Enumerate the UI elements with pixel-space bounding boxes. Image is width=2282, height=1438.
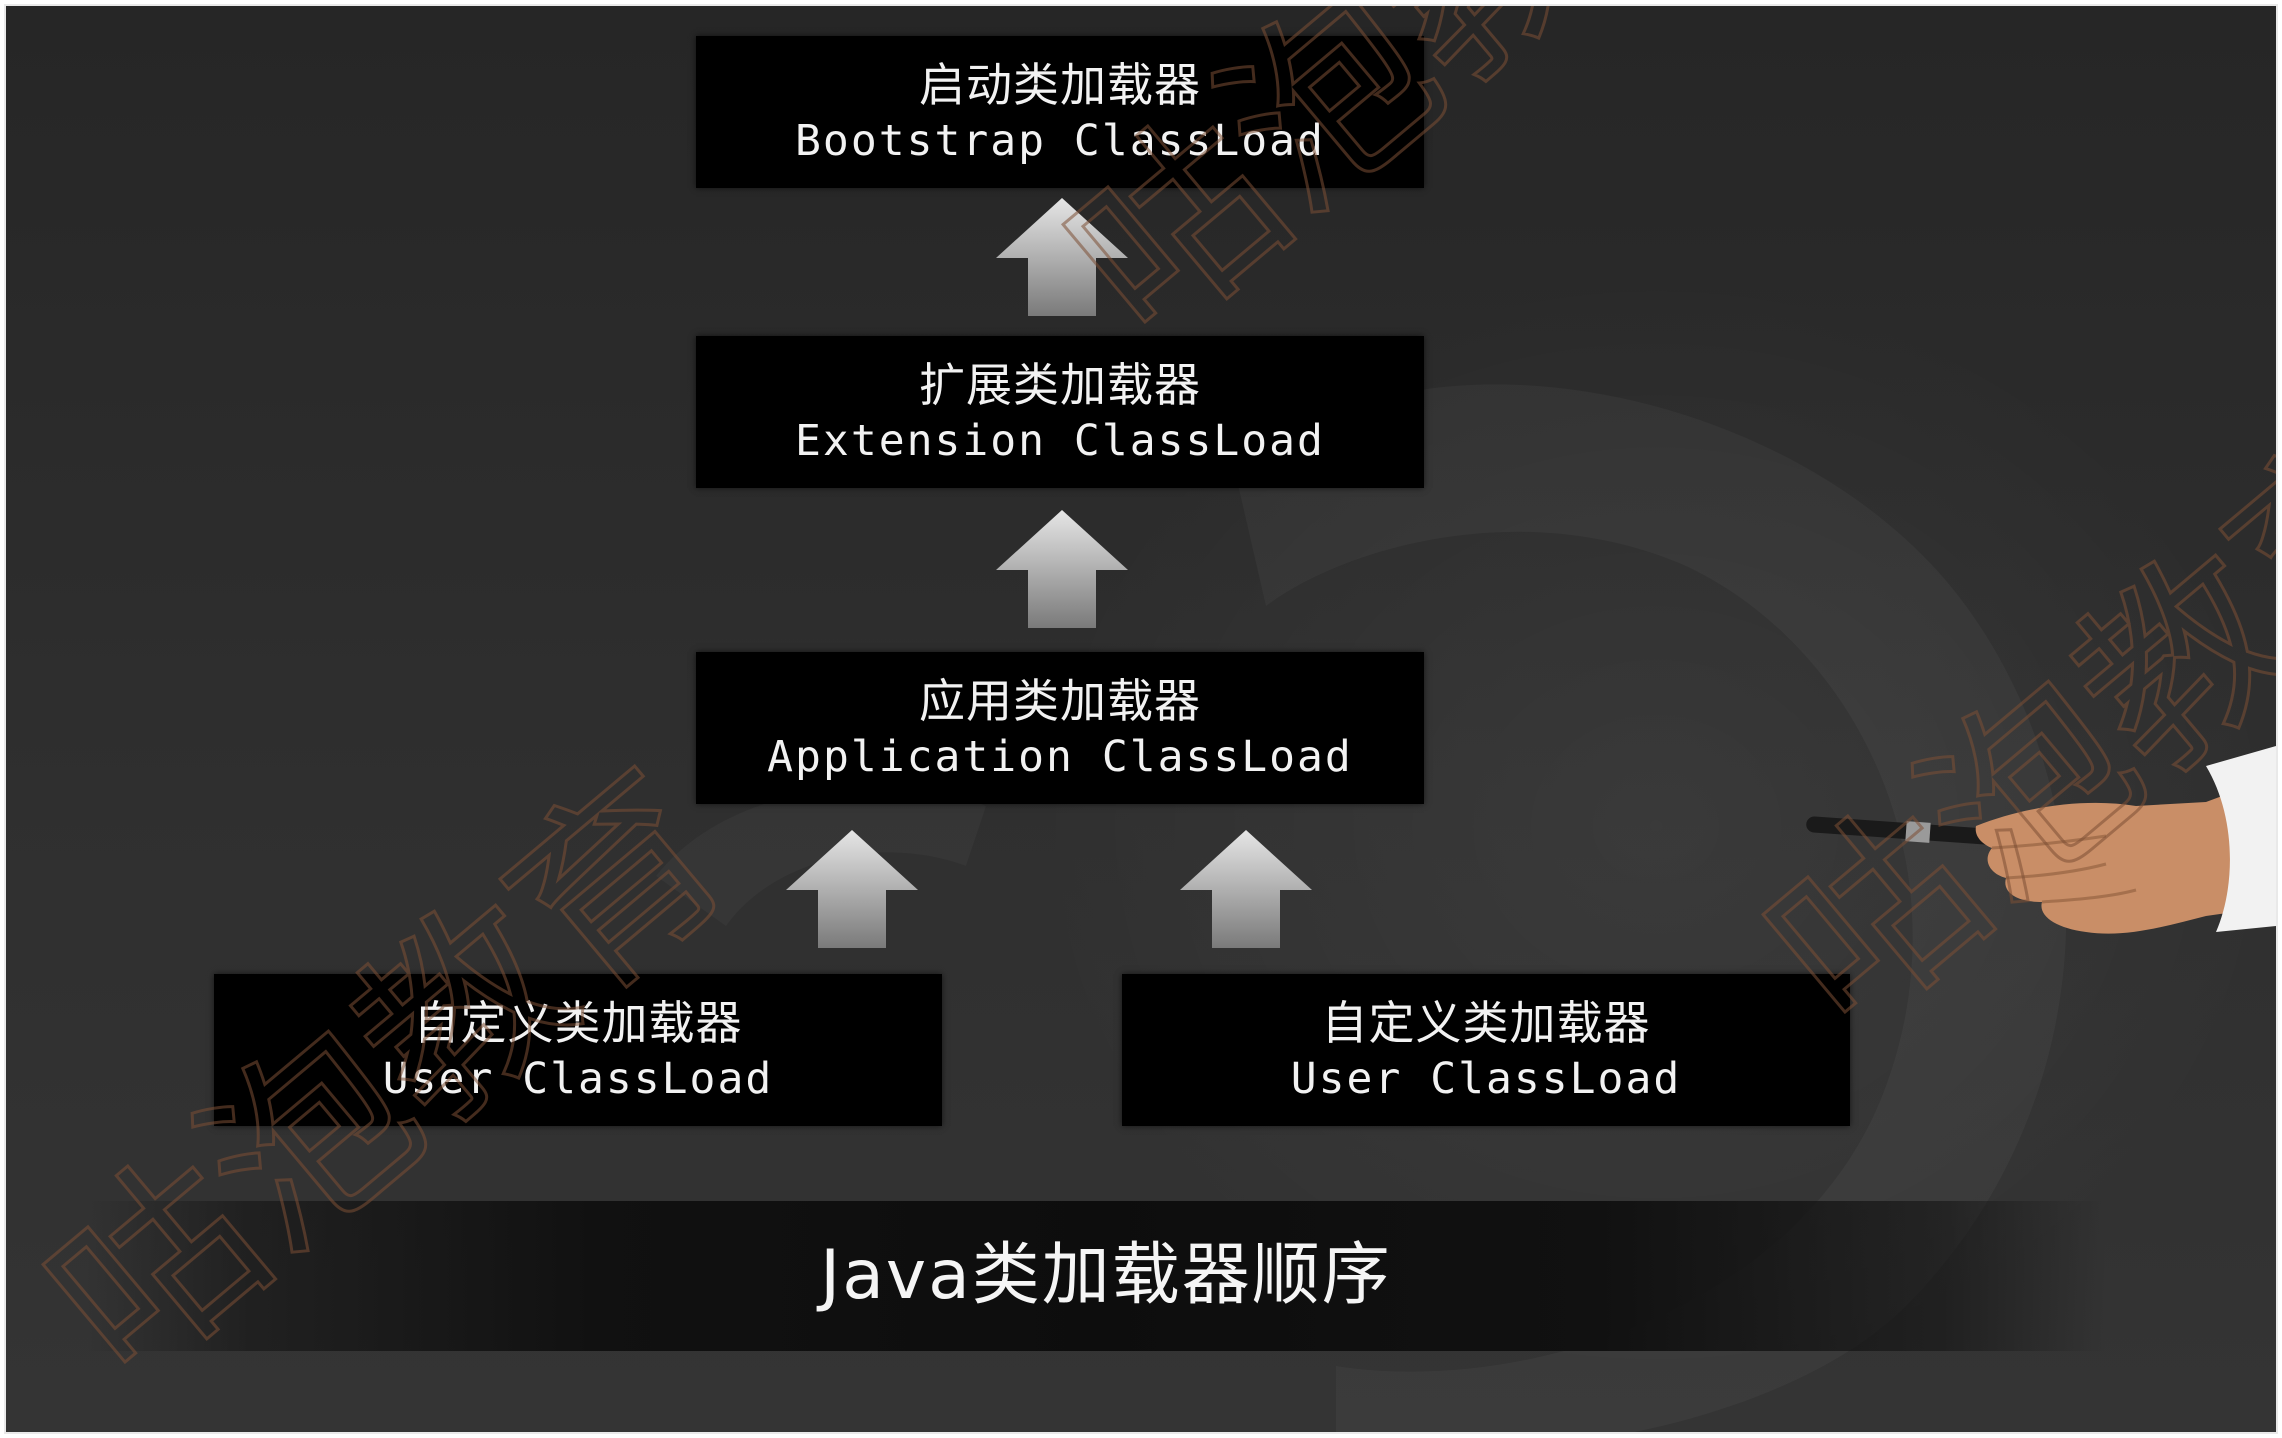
up-arrow-icon (1180, 830, 1312, 948)
extension-classloader-box: 扩展类加载器 Extension ClassLoad (696, 336, 1424, 488)
presenter-hand-image (1806, 746, 2276, 934)
application-classloader-box: 应用类加载器 Application ClassLoad (696, 652, 1424, 804)
up-arrow-icon (996, 510, 1128, 628)
user-classloader-box-left: 自定义类加载器 User ClassLoad (214, 974, 942, 1126)
user-left-label-en: User ClassLoad (382, 1054, 774, 1104)
user-classloader-box-right: 自定义类加载器 User ClassLoad (1122, 974, 1850, 1126)
up-arrow-icon (996, 198, 1128, 316)
extension-label-zh: 扩展类加载器 (919, 358, 1201, 412)
footer-title: Java类加载器顺序 (820, 1236, 1392, 1315)
extension-label-en: Extension ClassLoad (795, 416, 1325, 466)
up-arrow-icon (786, 830, 918, 948)
user-right-label-en: User ClassLoad (1290, 1054, 1682, 1104)
bootstrap-classloader-box: 启动类加载器 Bootstrap ClassLoad (696, 36, 1424, 188)
user-right-label-zh: 自定义类加载器 (1321, 996, 1651, 1050)
bootstrap-label-en: Bootstrap ClassLoad (795, 116, 1325, 166)
bootstrap-label-zh: 启动类加载器 (919, 58, 1201, 112)
application-label-en: Application ClassLoad (767, 732, 1353, 782)
slide: 启动类加载器 Bootstrap ClassLoad 扩展类加载器 Extens… (4, 4, 2278, 1434)
user-left-label-zh: 自定义类加载器 (413, 996, 743, 1050)
application-label-zh: 应用类加载器 (919, 674, 1201, 728)
